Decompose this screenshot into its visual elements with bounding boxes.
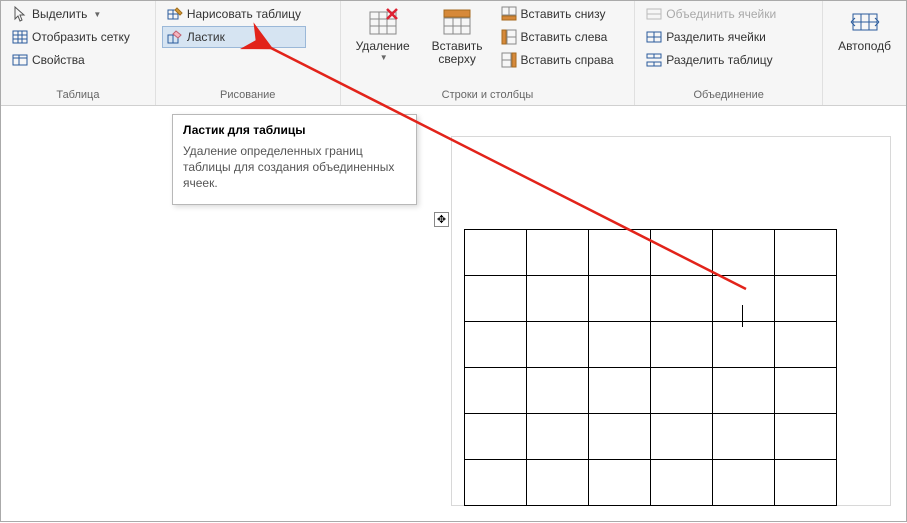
insert-top-button[interactable]: Вставить сверху [423, 3, 492, 69]
table-cell[interactable] [775, 368, 837, 414]
insert-top-icon [441, 6, 473, 38]
table-cell[interactable] [465, 322, 527, 368]
properties-label: Свойства [32, 53, 85, 67]
table-cell[interactable] [527, 322, 589, 368]
tooltip-title: Ластик для таблицы [183, 123, 406, 137]
table-cell[interactable] [527, 414, 589, 460]
group-rows-label: Строки и столбцы [347, 87, 629, 105]
document-page[interactable]: ✥ [451, 136, 891, 506]
tooltip-body: Удаление определенных границ таблицы для… [183, 143, 406, 192]
split-table-icon [646, 52, 662, 68]
table-cell[interactable] [775, 230, 837, 276]
showgrid-label: Отобразить сетку [32, 30, 130, 44]
table-cell[interactable] [651, 460, 713, 506]
group-autofit-label [829, 87, 900, 105]
draw-table-button[interactable]: Нарисовать таблицу [162, 3, 306, 25]
table-cell[interactable] [651, 368, 713, 414]
showgrid-button[interactable]: Отобразить сетку [7, 26, 135, 48]
properties-icon [12, 52, 28, 68]
group-merge: Объединить ячейки Разделить ячейки Разде… [635, 1, 823, 105]
table-move-handle[interactable]: ✥ [434, 212, 449, 227]
group-draw-label: Рисование [162, 87, 334, 105]
insert-top-label: Вставить сверху [432, 40, 483, 66]
table-cell[interactable] [775, 322, 837, 368]
autofit-label: Автоподб [838, 40, 891, 53]
table-cell[interactable] [589, 460, 651, 506]
table-cell[interactable] [713, 460, 775, 506]
table-cell[interactable] [527, 230, 589, 276]
draw-table-icon [167, 6, 183, 22]
delete-button[interactable]: Удаление ▼ [347, 3, 419, 65]
table-cell[interactable] [713, 230, 775, 276]
table-cell[interactable] [527, 276, 589, 322]
table-cell[interactable] [651, 414, 713, 460]
select-label: Выделить [32, 7, 87, 21]
table-cell[interactable] [465, 276, 527, 322]
table-cell[interactable] [589, 322, 651, 368]
table-cell[interactable] [651, 322, 713, 368]
group-autofit: Автоподб [823, 1, 906, 105]
table-cell[interactable] [713, 414, 775, 460]
table-cell[interactable] [775, 460, 837, 506]
autofit-button[interactable]: Автоподб [829, 3, 900, 56]
delete-label: Удаление [356, 40, 410, 53]
insert-left-icon [501, 29, 517, 45]
table-cell[interactable] [465, 460, 527, 506]
table-cell[interactable] [713, 322, 775, 368]
table-cell[interactable] [651, 230, 713, 276]
group-merge-label: Объединение [641, 87, 816, 105]
group-rows: Удаление ▼ Вставить сверху Вставить сниз… [341, 1, 636, 105]
group-draw: Нарисовать таблицу Ластик Рисование [156, 1, 341, 105]
chevron-down-icon: ▼ [93, 10, 101, 19]
table-cell[interactable] [775, 414, 837, 460]
table-cell[interactable] [465, 230, 527, 276]
select-button[interactable]: Выделить ▼ [7, 3, 135, 25]
tooltip: Ластик для таблицы Удаление определенных… [172, 114, 417, 205]
split-table-label: Разделить таблицу [666, 53, 772, 67]
eraser-button[interactable]: Ластик [162, 26, 306, 48]
table-cell[interactable] [775, 276, 837, 322]
insert-right-label: Вставить справа [521, 53, 614, 67]
insert-right-button[interactable]: Вставить справа [496, 49, 619, 71]
table-cell[interactable] [713, 276, 775, 322]
table-cell[interactable] [589, 230, 651, 276]
insert-left-label: Вставить слева [521, 30, 608, 44]
group-table: Выделить ▼ Отобразить сетку Свойства Та [1, 1, 156, 105]
eraser-icon [167, 29, 183, 45]
merge-cells-label: Объединить ячейки [666, 7, 776, 21]
table-cell[interactable] [589, 276, 651, 322]
group-table-label: Таблица [7, 87, 149, 105]
autofit-icon [849, 6, 881, 38]
split-cells-label: Разделить ячейки [666, 30, 766, 44]
table-cell[interactable] [713, 368, 775, 414]
insert-left-button[interactable]: Вставить слева [496, 26, 619, 48]
table-cell[interactable] [465, 414, 527, 460]
merge-cells-button[interactable]: Объединить ячейки [641, 3, 781, 25]
table-cell[interactable] [651, 276, 713, 322]
eraser-label: Ластик [187, 30, 225, 44]
insert-below-button[interactable]: Вставить снизу [496, 3, 619, 25]
table-cell[interactable] [589, 414, 651, 460]
document-area: ✥ [1, 106, 906, 521]
grid-icon [12, 29, 28, 45]
cursor-icon [12, 6, 28, 22]
draw-table-label: Нарисовать таблицу [187, 7, 301, 21]
ribbon: Выделить ▼ Отобразить сетку Свойства Та [1, 1, 906, 106]
document-table[interactable] [464, 229, 837, 506]
table-cell[interactable] [527, 460, 589, 506]
table-cell[interactable] [589, 368, 651, 414]
merge-cells-icon [646, 6, 662, 22]
insert-below-icon [501, 6, 517, 22]
split-table-button[interactable]: Разделить таблицу [641, 49, 781, 71]
chevron-down-icon: ▼ [380, 53, 388, 62]
table-cell[interactable] [527, 368, 589, 414]
table-cell[interactable] [465, 368, 527, 414]
delete-icon [367, 6, 399, 38]
insert-below-label: Вставить снизу [521, 7, 606, 21]
split-cells-icon [646, 29, 662, 45]
properties-button[interactable]: Свойства [7, 49, 135, 71]
insert-right-icon [501, 52, 517, 68]
split-cells-button[interactable]: Разделить ячейки [641, 26, 781, 48]
